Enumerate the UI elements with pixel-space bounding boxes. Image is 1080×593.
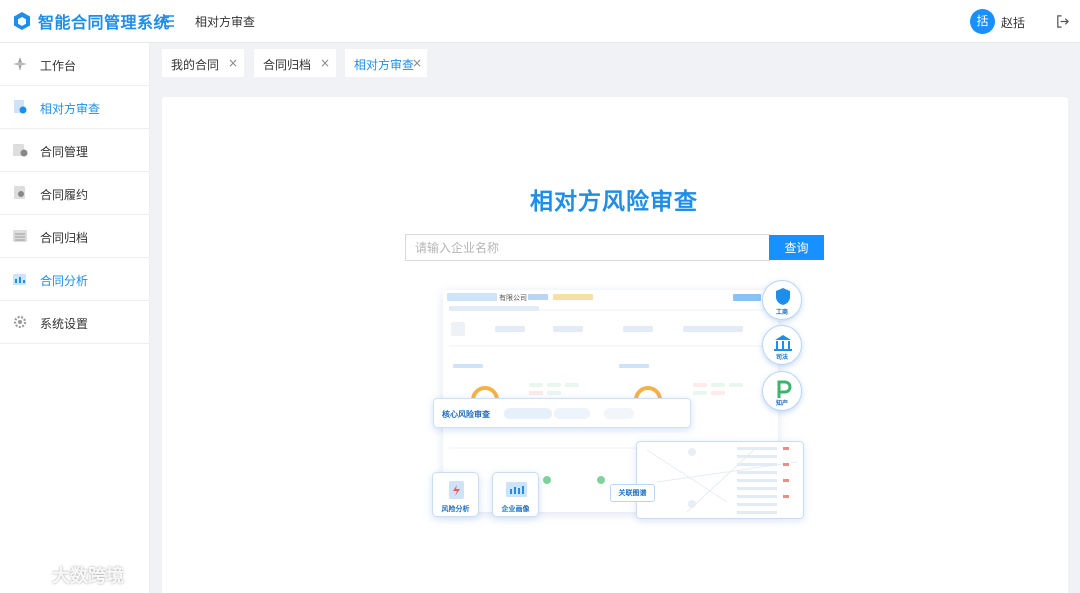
sidebar-item-label: 合同履约 bbox=[40, 188, 89, 202]
breadcrumb: 相对方审查 bbox=[195, 15, 256, 29]
company-profile-icon bbox=[506, 482, 527, 497]
relation-graph-illustration bbox=[636, 441, 804, 519]
relation-graph-chip: 关联图谱 bbox=[610, 484, 655, 502]
sidebar-item-analysis[interactable]: 合同分析 bbox=[0, 258, 150, 301]
logo-icon bbox=[14, 12, 30, 30]
bubble-label: 工商 bbox=[775, 309, 788, 316]
tab-label: 合同归档 bbox=[263, 58, 312, 72]
top-bar: 智能合同管理系统 相对方审查 括 赵括 bbox=[0, 0, 1080, 43]
sidebar-item-fulfillment[interactable]: 合同履约 bbox=[0, 172, 150, 215]
sidebar-item-counterparty-review[interactable]: 相对方审查 bbox=[0, 86, 150, 129]
tab-close-icon[interactable]: × bbox=[412, 56, 422, 70]
tile-risk-analysis: 风险分析 bbox=[432, 472, 479, 517]
bubble-label: 知产 bbox=[775, 400, 788, 407]
archive-icon bbox=[13, 230, 27, 242]
watermark-text: 大数跨境 bbox=[52, 566, 124, 587]
core-risk-review-bar: 核心风险审查 bbox=[433, 398, 691, 428]
company-search-input[interactable] bbox=[405, 234, 770, 261]
tab-contract-archive[interactable]: 合同归档 × bbox=[254, 49, 336, 77]
sidebar-item-label: 合同归档 bbox=[40, 231, 89, 245]
logout-icon[interactable] bbox=[1055, 14, 1070, 29]
risk-analysis-icon bbox=[449, 481, 464, 499]
review-icon bbox=[14, 100, 27, 114]
tab-counterparty-review[interactable]: 相对方审查 × bbox=[345, 49, 427, 77]
company-name-preview: 有限公司 bbox=[499, 294, 527, 302]
dashboard-icon bbox=[13, 57, 27, 71]
tab-label: 我的合同 bbox=[171, 58, 220, 72]
settings-icon bbox=[13, 315, 27, 329]
tile-label: 风险分析 bbox=[441, 505, 470, 513]
tab-close-icon[interactable]: × bbox=[320, 56, 330, 70]
tab-label: 相对方审查 bbox=[354, 58, 415, 72]
sidebar: 工作台 相对方审查 合同管理 合同履约 合同归档 合同分析 系统设置 bbox=[0, 43, 150, 593]
sidebar-item-label: 系统设置 bbox=[40, 317, 89, 331]
app-title: 智能合同管理系统 bbox=[38, 13, 171, 32]
search-button[interactable]: 查询 bbox=[769, 235, 824, 260]
menu-collapse-icon[interactable] bbox=[160, 13, 176, 29]
watermark: 大数跨境 bbox=[8, 557, 148, 589]
sidebar-item-settings[interactable]: 系统设置 bbox=[0, 301, 150, 344]
sidebar-item-label: 合同分析 bbox=[40, 274, 89, 288]
sidebar-item-contract-management[interactable]: 合同管理 bbox=[0, 129, 150, 172]
bubble-business: 工商 bbox=[762, 280, 802, 320]
sidebar-item-workbench[interactable]: 工作台 bbox=[0, 43, 150, 86]
sidebar-item-archive[interactable]: 合同归档 bbox=[0, 215, 150, 258]
relation-graph-graphic bbox=[646, 446, 798, 514]
bubble-label: 司法 bbox=[775, 354, 788, 361]
analysis-icon bbox=[13, 274, 26, 285]
fulfillment-icon bbox=[14, 186, 25, 199]
sidebar-item-label: 合同管理 bbox=[40, 145, 89, 159]
loading-bars-graphic bbox=[504, 408, 634, 419]
tab-close-icon[interactable]: × bbox=[228, 56, 238, 70]
user-name[interactable]: 赵括 bbox=[1001, 14, 1025, 31]
tile-company-profile: 企业画像 bbox=[492, 472, 539, 517]
contract-manage-icon bbox=[13, 144, 28, 157]
sidebar-item-label: 工作台 bbox=[40, 59, 77, 73]
sidebar-item-label: 相对方审查 bbox=[40, 102, 101, 116]
watermark-logo-icon bbox=[9, 560, 44, 584]
avatar[interactable]: 括 bbox=[970, 9, 995, 34]
bubble-ip: 知产 bbox=[762, 371, 802, 411]
tile-label: 企业画像 bbox=[501, 505, 530, 513]
tab-my-contracts[interactable]: 我的合同 × bbox=[162, 49, 244, 77]
bubble-judicial: 司法 bbox=[762, 325, 802, 365]
page-title: 相对方风险审查 bbox=[530, 189, 698, 215]
